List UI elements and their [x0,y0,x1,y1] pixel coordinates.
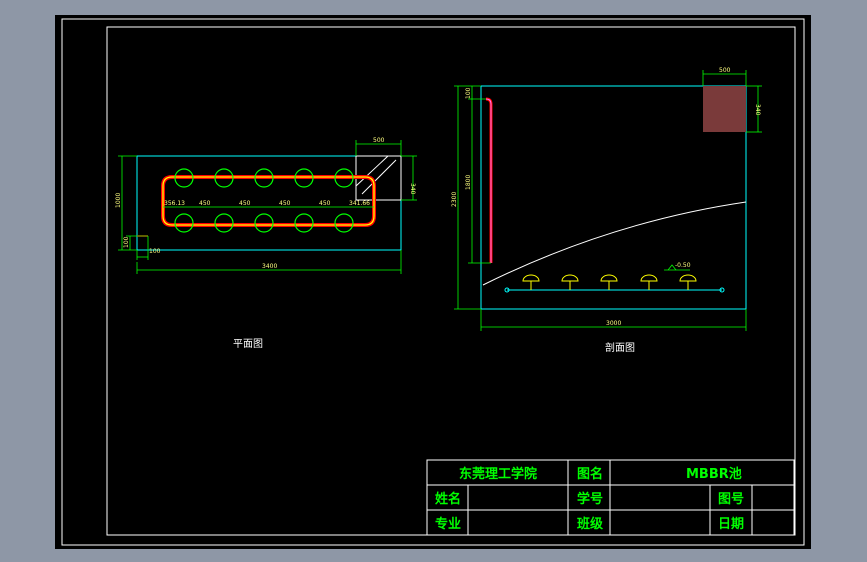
drawing-name-label: 图名 [577,466,603,482]
name-label: 姓名 [434,491,461,507]
drawing-name: MBBR池 [686,466,742,482]
section-dim-left-total: 2300 [451,192,458,207]
plan-dim-bottom-small: 100 [149,248,161,255]
cad-drawing-canvas: 500 340 1000 100 100 3400 356.13 450 450… [55,15,811,549]
plan-dim-spacing: 450 [279,200,291,207]
drawing-no-label: 图号 [718,492,744,507]
class-label: 班级 [577,516,604,532]
section-blower-block [703,86,746,132]
section-dim-block-width: 500 [719,67,731,74]
date-label: 日期 [718,517,744,532]
plan-dim-left-small: 100 [123,236,130,248]
plan-dim-left-height: 1000 [115,193,122,208]
plan-dim-spacing: 450 [239,200,251,207]
section-dim-left-pipe: 1800 [465,175,472,190]
plan-view-caption: 平面图 [233,338,263,350]
plan-dim-right-height: 340 [409,183,416,195]
plan-dim-spacing-first: 356.13 [164,200,185,207]
plan-dim-top-width: 500 [373,137,385,144]
plan-dim-spacing: 450 [319,200,331,207]
section-dim-bottom-width: 3000 [606,320,621,327]
plan-dim-spacing-last: 341.66 [349,200,370,207]
school-name: 东莞理工学院 [459,466,537,482]
plan-dim-spacing: 450 [199,200,211,207]
plan-dim-total-width: 3400 [262,263,277,270]
section-dim-left-top: 100 [465,87,472,99]
section-elevation-label: -0.50 [675,262,691,269]
section-dim-block-height: 340 [754,104,761,116]
section-view-caption: 剖面图 [605,341,635,354]
student-id-label: 学号 [577,491,603,507]
major-label: 专业 [435,516,461,532]
